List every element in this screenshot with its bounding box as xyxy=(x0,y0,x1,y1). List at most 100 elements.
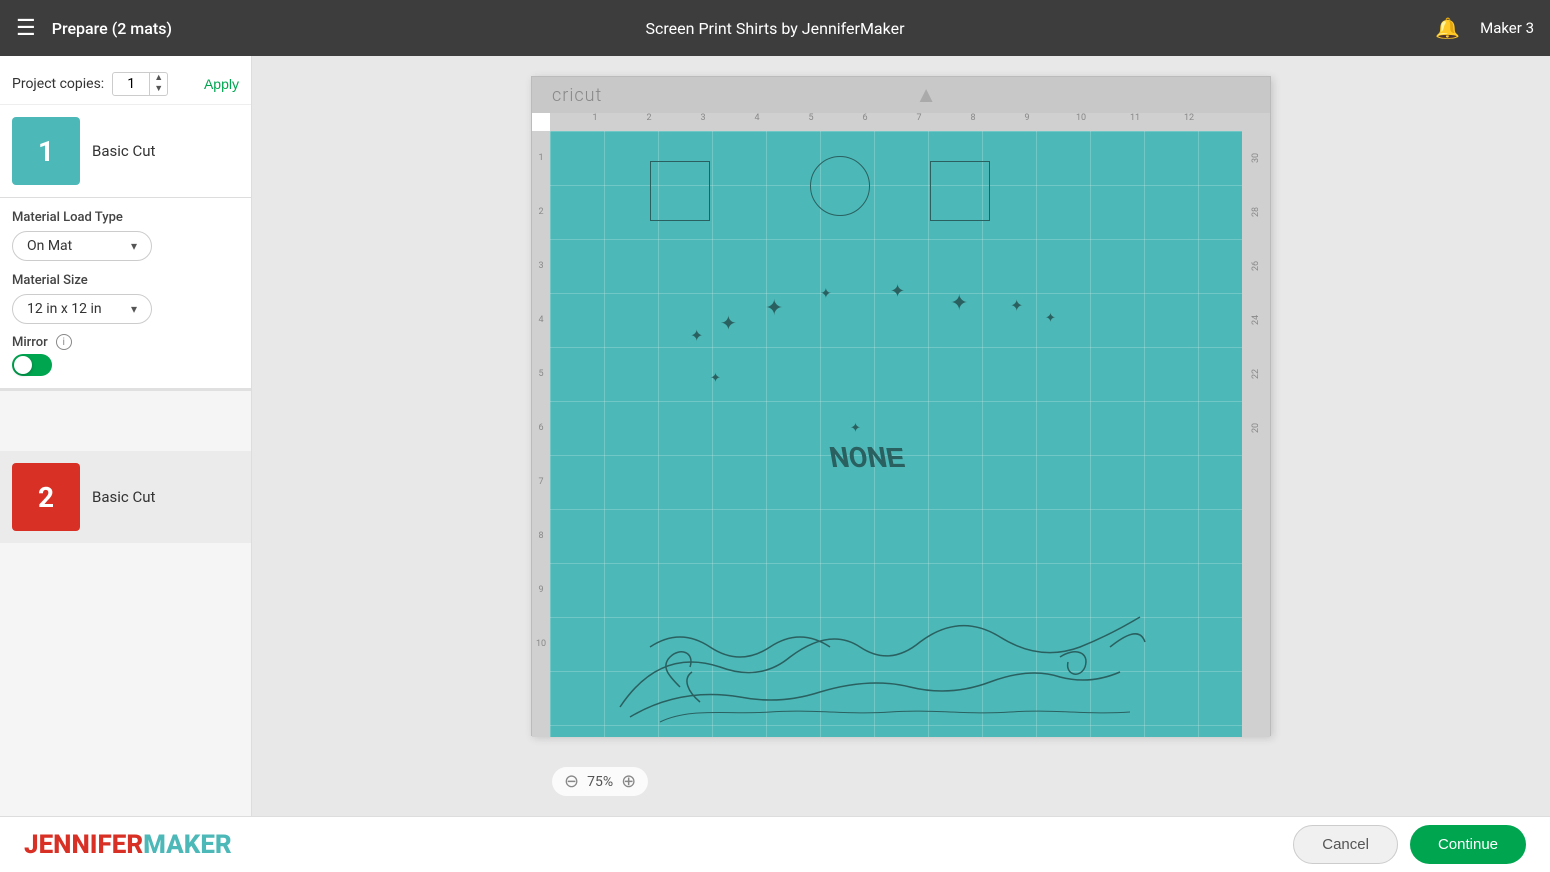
mat-top-bar: cricut ▲ xyxy=(532,77,1270,113)
ruler-right-num-2: 28 xyxy=(1251,185,1261,239)
sparkle-7: ✦ xyxy=(1010,296,1023,315)
ruler-num-12: 12 xyxy=(1162,113,1216,131)
footer: JENNIFERMAKER Cancel Continue xyxy=(0,816,1550,872)
ruler-num-10: 10 xyxy=(1054,113,1108,131)
left-ruler: 1 2 3 4 5 6 7 8 9 10 xyxy=(532,131,550,737)
ruler-v-4: 4 xyxy=(532,293,550,347)
toggle-track xyxy=(12,354,52,376)
mat2-thumbnail[interactable]: 2 xyxy=(12,463,80,531)
notification-bell-icon[interactable]: 🔔 xyxy=(1435,16,1460,40)
header-title: Prepare (2 mats) xyxy=(52,19,172,38)
jennifer-logo-part: JENNIFER xyxy=(24,830,143,860)
copies-arrows: ▲ ▼ xyxy=(149,73,167,95)
mat-up-arrow-icon: ▲ xyxy=(915,82,937,108)
ruler-v-6: 6 xyxy=(532,401,550,455)
ruler-v-5: 5 xyxy=(532,347,550,401)
ruler-v-1: 1 xyxy=(532,131,550,185)
apply-button[interactable]: Apply xyxy=(204,76,239,92)
ruler-num-8: 8 xyxy=(946,113,1000,131)
ruler-v-9: 9 xyxy=(532,563,550,617)
ruler-right-num: 30 xyxy=(1251,131,1261,185)
mat1-header: 1 Basic Cut xyxy=(12,117,239,185)
ruler-num-5: 5 xyxy=(784,113,838,131)
material-size-label: Material Size xyxy=(12,273,239,288)
ruler-v-10: 10 xyxy=(532,617,550,671)
continue-button[interactable]: Continue xyxy=(1410,825,1526,864)
mirror-info-icon[interactable]: i xyxy=(56,334,72,350)
ruler-num-6: 6 xyxy=(838,113,892,131)
user-label: Maker 3 xyxy=(1480,19,1534,37)
toggle-thumb xyxy=(14,356,32,374)
mirror-label: Mirror xyxy=(12,335,48,350)
ruler-v-3: 3 xyxy=(532,239,550,293)
mat1-cut-label: Basic Cut xyxy=(92,142,155,160)
sparkle-2: ✦ xyxy=(720,311,737,335)
mat1-settings: Material Load Type On Mat ▾ Material Siz… xyxy=(0,198,251,391)
copies-input-wrap: 1 ▲ ▼ xyxy=(112,72,168,96)
shape-circle-1 xyxy=(810,156,870,216)
ruler-right-num-3: 26 xyxy=(1251,239,1261,293)
mirror-row: Mirror i xyxy=(12,334,239,350)
project-copies-label: Project copies: xyxy=(12,76,104,92)
mat1-thumbnail[interactable]: 1 xyxy=(12,117,80,185)
zoom-out-button[interactable]: ⊖ xyxy=(564,771,579,792)
zoom-level: 75% xyxy=(587,774,613,790)
ruler-num-1: 1 xyxy=(568,113,622,131)
material-load-chevron-icon: ▾ xyxy=(131,239,137,253)
material-load-type-dropdown[interactable]: On Mat ▾ xyxy=(12,231,152,261)
mat-body: 1 2 3 4 5 6 7 8 9 10 xyxy=(532,131,1270,737)
zoom-controls: ⊖ 75% ⊕ xyxy=(552,767,648,796)
ruler-right-num-5: 22 xyxy=(1251,347,1261,401)
mat2-cut-label: Basic Cut xyxy=(92,488,155,506)
cricut-logo: cricut xyxy=(552,85,602,106)
header-right: 🔔 Maker 3 xyxy=(1435,16,1534,40)
mat2-header: 2 Basic Cut xyxy=(12,463,239,531)
header-center-title: Screen Print Shirts by JenniferMaker xyxy=(646,19,905,38)
ruler-right-num-4: 24 xyxy=(1251,293,1261,347)
ruler-num-11: 11 xyxy=(1108,113,1162,131)
copies-down-arrow[interactable]: ▼ xyxy=(150,84,167,95)
sparkle-10: ✦ xyxy=(850,421,861,436)
material-size-dropdown[interactable]: 12 in x 12 in ▾ xyxy=(12,294,152,324)
ruler-top: 1 2 3 4 5 6 7 8 9 10 11 12 xyxy=(550,113,1270,131)
material-size-value: 12 in x 12 in xyxy=(27,301,102,317)
shape-rect-1 xyxy=(650,161,710,221)
zoom-in-button[interactable]: ⊕ xyxy=(621,771,636,792)
sparkle-3: ✦ xyxy=(765,296,783,321)
cancel-button[interactable]: Cancel xyxy=(1293,825,1398,864)
main-layout: Project copies: 1 ▲ ▼ Apply 1 Basic Cut … xyxy=(0,56,1550,816)
jennifermaker-logo: JENNIFERMAKER xyxy=(24,830,232,860)
header: ☰ Prepare (2 mats) Screen Print Shirts b… xyxy=(0,0,1550,56)
right-ruler: 30 28 26 24 22 20 xyxy=(1242,131,1270,737)
ruler-v-2: 2 xyxy=(532,185,550,239)
ruler-numbers-horizontal: 1 2 3 4 5 6 7 8 9 10 11 12 xyxy=(568,113,1242,131)
mat-grid: ✦ ✦ ✦ ✦ ✦ ✦ ✦ ✦ ✦ ✦ ƎИOИ xyxy=(550,131,1242,737)
canvas-area: cricut ▲ 1 2 3 4 5 6 7 8 9 10 11 xyxy=(252,56,1550,816)
mat2-card: 2 Basic Cut xyxy=(0,451,251,543)
ruler-num-7: 7 xyxy=(892,113,946,131)
sparkle-4: ✦ xyxy=(820,286,832,302)
ruler-num-4: 4 xyxy=(730,113,784,131)
shape-rect-2 xyxy=(930,161,990,221)
copies-value: 1 xyxy=(113,74,149,94)
menu-icon[interactable]: ☰ xyxy=(16,16,36,41)
mirrored-text-none: ƎИOИ xyxy=(830,441,905,474)
swirl-svg xyxy=(600,567,1160,727)
ruler-num-9: 9 xyxy=(1000,113,1054,131)
mat1-card: 1 Basic Cut xyxy=(0,105,251,198)
material-size-chevron-icon: ▾ xyxy=(131,302,137,316)
project-copies-section: Project copies: 1 ▲ ▼ Apply xyxy=(0,56,251,105)
sparkle-6: ✦ xyxy=(950,291,968,316)
cricut-mat: cricut ▲ 1 2 3 4 5 6 7 8 9 10 11 xyxy=(531,76,1271,736)
sparkle-9: ✦ xyxy=(710,371,721,386)
copies-up-arrow[interactable]: ▲ xyxy=(150,73,167,84)
sparkle-5: ✦ xyxy=(890,281,905,302)
ruler-v-8: 8 xyxy=(532,509,550,563)
ruler-right-num-6: 20 xyxy=(1251,401,1261,455)
ruler-num-2: 2 xyxy=(622,113,676,131)
sparkle-1: ✦ xyxy=(690,326,703,345)
ruler-num-3: 3 xyxy=(676,113,730,131)
maker-logo-part: MAKER xyxy=(143,830,232,860)
sidebar: Project copies: 1 ▲ ▼ Apply 1 Basic Cut … xyxy=(0,56,252,816)
mirror-toggle[interactable] xyxy=(12,354,52,376)
